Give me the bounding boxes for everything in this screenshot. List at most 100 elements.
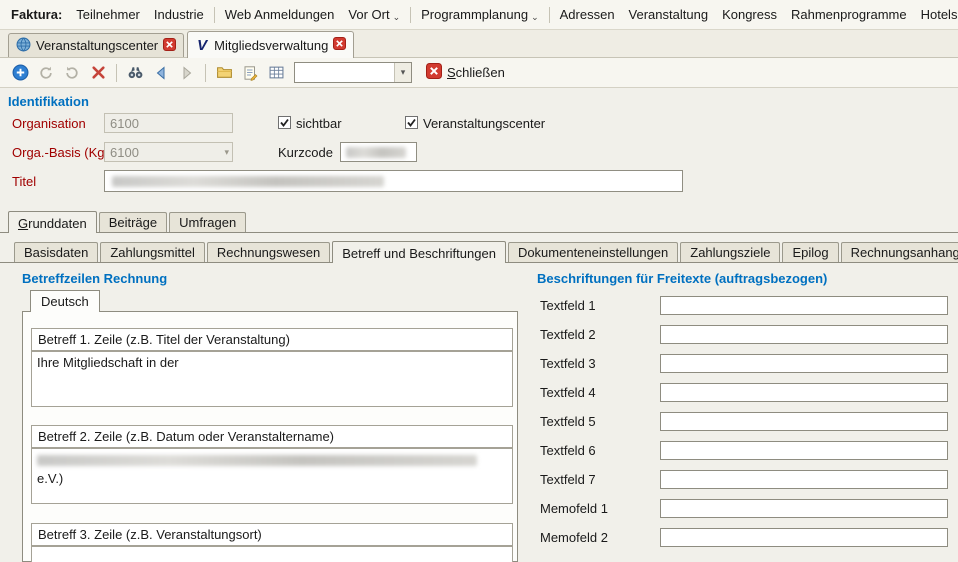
tab-beitraege[interactable]: Beiträge bbox=[99, 212, 167, 232]
sichtbar-label: sichtbar bbox=[296, 116, 342, 131]
tab-close-icon[interactable] bbox=[333, 37, 346, 53]
app-window: Faktura: Teilnehmer Industrie Web Anmeld… bbox=[0, 0, 958, 562]
menu-separator bbox=[549, 7, 550, 23]
betreff3-textarea[interactable] bbox=[31, 546, 513, 562]
kurzcode-input[interactable] bbox=[340, 142, 417, 162]
textfeld3-input[interactable] bbox=[660, 354, 948, 373]
memofeld1-label: Memofeld 1 bbox=[540, 501, 608, 516]
veranstaltungscenter-label: Veranstaltungscenter bbox=[423, 116, 545, 131]
veranstaltungscenter-checkbox[interactable] bbox=[405, 116, 418, 129]
add-icon[interactable] bbox=[8, 61, 32, 85]
menu-separator bbox=[410, 7, 411, 23]
chevron-down-icon[interactable]: ▾ bbox=[394, 63, 411, 82]
memofeld2-input[interactable] bbox=[660, 528, 948, 547]
beschriftungen-header: Beschriftungen für Freitexte (auftragsbe… bbox=[537, 271, 827, 286]
textfeld5-input[interactable] bbox=[660, 412, 948, 431]
tab-veranstaltungscenter[interactable]: Veranstaltungscenter bbox=[8, 33, 184, 57]
menu-item-hotels[interactable]: Hotels⌄ bbox=[914, 3, 958, 26]
tab-grunddaten[interactable]: Grunddaten bbox=[8, 211, 97, 233]
tab-deutsch[interactable]: Deutsch bbox=[30, 290, 100, 312]
textfeld5-label: Textfeld 5 bbox=[540, 414, 596, 429]
betreff2-label: Betreff 2. Zeile (z.B. Datum oder Verans… bbox=[31, 425, 513, 448]
veranstaltungscenter-icon bbox=[16, 37, 31, 55]
tab-rechnungswesen[interactable]: Rechnungswesen bbox=[207, 242, 330, 262]
betreff1-label: Betreff 1. Zeile (z.B. Titel der Veranst… bbox=[31, 328, 513, 351]
combobox-value bbox=[295, 63, 394, 82]
menubar: Faktura: Teilnehmer Industrie Web Anmeld… bbox=[0, 0, 958, 30]
textfeld4-input[interactable] bbox=[660, 383, 948, 402]
menu-item-rahmenprogramme[interactable]: Rahmenprogramme bbox=[784, 3, 914, 26]
betreff1-value: Ihre Mitgliedschaft in der bbox=[37, 355, 179, 370]
tab-zahlungsmittel[interactable]: Zahlungsmittel bbox=[100, 242, 205, 262]
tab-zahlungsziele[interactable]: Zahlungsziele bbox=[680, 242, 780, 262]
open-folder-icon[interactable] bbox=[212, 61, 236, 85]
grid-list-icon[interactable] bbox=[264, 61, 288, 85]
orga-basis-label: Orga.-Basis (Kg) bbox=[12, 145, 109, 160]
tab-basisdaten[interactable]: Basisdaten bbox=[14, 242, 98, 262]
tab-rechnungsanhang[interactable]: Rechnungsanhang bbox=[841, 242, 958, 262]
menu-separator bbox=[214, 7, 215, 23]
betreff2-textarea[interactable]: e.V.) bbox=[31, 448, 513, 504]
kurzcode-label: Kurzcode bbox=[278, 145, 333, 160]
sub-tabstrip: Basisdaten Zahlungsmittel Rechnungswesen… bbox=[0, 242, 958, 263]
close-button-label: Schließen bbox=[447, 65, 505, 80]
betreff2-value-line2: e.V.) bbox=[37, 471, 63, 486]
titel-label: Titel bbox=[12, 174, 36, 189]
tab-dokumenteneinstellungen[interactable]: Dokumenteneinstellungen bbox=[508, 242, 678, 262]
back-icon[interactable] bbox=[149, 61, 173, 85]
menu-item-faktura[interactable]: Faktura: bbox=[4, 3, 69, 26]
redo-icon[interactable] bbox=[60, 61, 84, 85]
menu-item-veranstaltung[interactable]: Veranstaltung bbox=[622, 3, 716, 26]
menu-item-kongress[interactable]: Kongress bbox=[715, 3, 784, 26]
textfeld1-label: Textfeld 1 bbox=[540, 298, 596, 313]
close-button[interactable]: Schließen bbox=[426, 63, 505, 82]
tab-close-icon[interactable] bbox=[163, 38, 176, 54]
menu-item-teilnehmer[interactable]: Teilnehmer bbox=[69, 3, 147, 26]
toolbar-separator bbox=[205, 64, 206, 82]
delete-icon[interactable] bbox=[86, 61, 110, 85]
tab-betreff-und-beschriftungen[interactable]: Betreff und Beschriftungen bbox=[332, 241, 506, 263]
memofeld1-input[interactable] bbox=[660, 499, 948, 518]
tab-label: Veranstaltungscenter bbox=[36, 38, 158, 53]
organisation-input[interactable]: 6100 bbox=[104, 113, 233, 133]
refresh-icon[interactable] bbox=[34, 61, 58, 85]
menu-item-adressen[interactable]: Adressen bbox=[553, 3, 622, 26]
betreff1-textarea[interactable]: Ihre Mitgliedschaft in der bbox=[31, 351, 513, 407]
tab-mitgliedsverwaltung[interactable]: V Mitgliedsverwaltung bbox=[187, 31, 354, 58]
textfeld6-label: Textfeld 6 bbox=[540, 443, 596, 458]
textfeld7-label: Textfeld 7 bbox=[540, 472, 596, 487]
tab-label: Mitgliedsverwaltung bbox=[214, 38, 328, 53]
redacted-value bbox=[37, 455, 477, 466]
chevron-down-icon: ⌄ bbox=[393, 12, 401, 23]
toolbar-separator bbox=[116, 64, 117, 82]
menu-item-vor-ort[interactable]: Vor Ort⌄ bbox=[341, 3, 407, 26]
betreffzeilen-panel: Betreff 1. Zeile (z.B. Titel der Veranst… bbox=[22, 311, 518, 562]
tab-umfragen[interactable]: Umfragen bbox=[169, 212, 246, 232]
close-icon bbox=[426, 63, 442, 82]
orga-basis-value: 6100 bbox=[110, 145, 139, 160]
textfeld3-label: Textfeld 3 bbox=[540, 356, 596, 371]
titel-input[interactable] bbox=[104, 170, 683, 192]
organisation-label: Organisation bbox=[12, 116, 86, 131]
memofeld2-label: Memofeld 2 bbox=[540, 530, 608, 545]
menu-item-industrie[interactable]: Industrie bbox=[147, 3, 211, 26]
toolbar-combobox[interactable]: ▾ bbox=[294, 62, 412, 83]
betreff3-label: Betreff 3. Zeile (z.B. Veranstaltungsort… bbox=[31, 523, 513, 546]
textfeld2-input[interactable] bbox=[660, 325, 948, 344]
tab-epilog[interactable]: Epilog bbox=[782, 242, 838, 262]
betreffzeilen-header: Betreffzeilen Rechnung bbox=[22, 271, 167, 286]
chevron-down-icon: ⌄ bbox=[531, 12, 539, 23]
search-binoculars-icon[interactable] bbox=[123, 61, 147, 85]
textfeld7-input[interactable] bbox=[660, 470, 948, 489]
forward-icon[interactable] bbox=[175, 61, 199, 85]
chevron-down-icon: ▾ bbox=[224, 145, 229, 160]
orga-basis-dropdown[interactable]: 6100 ▾ bbox=[104, 142, 233, 162]
note-edit-icon[interactable] bbox=[238, 61, 262, 85]
menu-item-programmplanung[interactable]: Programmplanung⌄ bbox=[414, 3, 546, 26]
redacted-value bbox=[112, 176, 384, 187]
textfeld1-input[interactable] bbox=[660, 296, 948, 315]
textfeld6-input[interactable] bbox=[660, 441, 948, 460]
menu-item-web-anmeldungen[interactable]: Web Anmeldungen bbox=[218, 3, 342, 26]
sichtbar-checkbox[interactable] bbox=[278, 116, 291, 129]
identification-header: Identifikation bbox=[8, 94, 89, 109]
